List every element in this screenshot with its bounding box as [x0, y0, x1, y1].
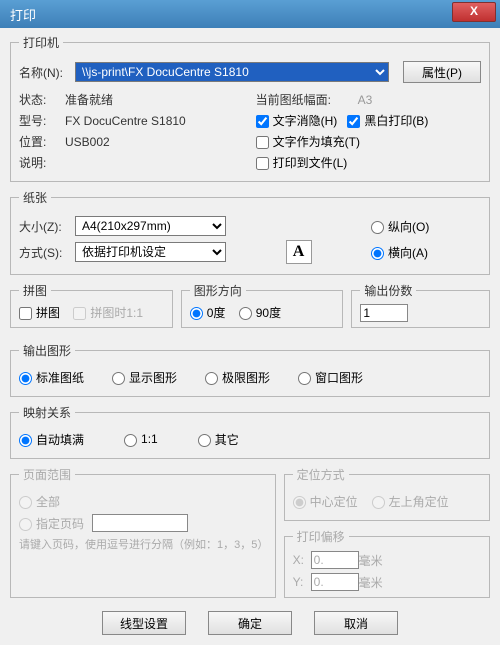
offset-y-label: Y: — [293, 575, 311, 589]
status-label: 状态: — [19, 91, 65, 108]
range-pages-radio: 指定页码 — [19, 515, 84, 532]
locate-legend: 定位方式 — [293, 466, 349, 483]
map-other-radio[interactable]: 其它 — [198, 431, 239, 448]
type-label: 型号: — [19, 112, 65, 129]
tile-group: 拼图 拼图 拼图时1:1 — [10, 282, 173, 328]
close-button[interactable]: X — [452, 2, 496, 22]
offset-y-unit: 毫米 — [359, 574, 389, 591]
copies-legend: 输出份数 — [360, 282, 416, 299]
range-all-radio: 全部 — [19, 493, 60, 510]
comment-label: 说明: — [19, 154, 65, 171]
paperside-value: A3 — [358, 93, 373, 107]
mapping-group: 映射关系 自动填满 1:1 其它 — [10, 404, 490, 459]
tofile-checkbox[interactable]: 打印到文件(L) — [256, 154, 348, 171]
paperside-label: 当前图纸幅面: — [256, 91, 348, 108]
offset-x-unit: 毫米 — [359, 552, 389, 569]
where-value: USB002 — [65, 135, 110, 149]
map-auto-radio[interactable]: 自动填满 — [19, 431, 84, 448]
range-group: 页面范围 全部 指定页码 请键入页码，使用逗号进行分隔（例如：1，3，5） — [10, 466, 276, 598]
hidetext-checkbox[interactable]: 文字消隐(H) — [256, 112, 338, 129]
mode-label: 方式(S): — [19, 244, 75, 261]
out-disp-radio[interactable]: 显示图形 — [112, 369, 177, 386]
paper-size-select[interactable]: A4(210x297mm) — [75, 216, 226, 236]
dir90-radio[interactable]: 90度 — [239, 306, 281, 320]
offset-legend: 打印偏移 — [293, 528, 349, 545]
linetype-button[interactable]: 线型设置 — [102, 611, 186, 635]
direction-group: 图形方向 0度 90度 — [181, 282, 344, 328]
range-legend: 页面范围 — [19, 466, 75, 483]
paper-legend: 纸张 — [19, 189, 51, 206]
offset-group: 打印偏移 X: 毫米 Y: 毫米 — [284, 528, 490, 598]
ok-button[interactable]: 确定 — [208, 611, 292, 635]
name-label: 名称(N): — [19, 64, 75, 81]
outshape-group: 输出图形 标准图纸 显示图形 极限图形 窗口图形 — [10, 342, 490, 397]
tile-checkbox[interactable]: 拼图 — [19, 306, 60, 320]
range-pages-input — [92, 514, 188, 532]
map-11-radio[interactable]: 1:1 — [124, 432, 158, 446]
offset-x-input — [311, 551, 359, 569]
status-value: 准备就绪 — [65, 91, 113, 108]
copies-group: 输出份数 — [351, 282, 490, 328]
mapping-legend: 映射关系 — [19, 404, 75, 421]
dir0-radio[interactable]: 0度 — [190, 306, 226, 320]
out-std-radio[interactable]: 标准图纸 — [19, 369, 84, 386]
paper-mode-select[interactable]: 依据打印机设定 — [75, 242, 226, 262]
tile11-checkbox: 拼图时1:1 — [73, 306, 143, 320]
printer-group: 打印机 名称(N): \\js-print\FX DocuCentre S181… — [10, 34, 490, 182]
range-hint: 请键入页码，使用逗号进行分隔（例如：1，3，5） — [19, 536, 267, 552]
locate-topleft-radio: 左上角定位 — [372, 493, 449, 510]
orientation-icon: A — [286, 240, 312, 264]
outshape-legend: 输出图形 — [19, 342, 75, 359]
out-limit-radio[interactable]: 极限图形 — [205, 369, 270, 386]
where-label: 位置: — [19, 133, 65, 150]
direction-legend: 图形方向 — [190, 282, 246, 299]
offset-y-input — [311, 573, 359, 591]
type-value: FX DocuCentre S1810 — [65, 114, 186, 128]
copies-input[interactable] — [360, 304, 408, 322]
paper-group: 纸张 大小(Z): A4(210x297mm) 纵向(O) 方式(S): 依据打… — [10, 189, 490, 275]
printer-name-select[interactable]: \\js-print\FX DocuCentre S1810 — [75, 62, 389, 82]
window-title: 打印 — [0, 0, 46, 29]
printer-legend: 打印机 — [19, 34, 63, 51]
offset-x-label: X: — [293, 553, 311, 567]
size-label: 大小(Z): — [19, 218, 75, 235]
locate-center-radio: 中心定位 — [293, 493, 358, 510]
properties-button[interactable]: 属性(P) — [403, 61, 481, 83]
locate-group: 定位方式 中心定位 左上角定位 — [284, 466, 490, 521]
out-win-radio[interactable]: 窗口图形 — [298, 369, 363, 386]
bw-checkbox[interactable]: 黑白打印(B) — [347, 112, 428, 129]
portrait-radio[interactable]: 纵向(O) — [371, 220, 429, 234]
landscape-radio[interactable]: 横向(A) — [371, 246, 428, 260]
cancel-button[interactable]: 取消 — [314, 611, 398, 635]
textfill-checkbox[interactable]: 文字作为填充(T) — [256, 133, 360, 150]
tile-legend: 拼图 — [19, 282, 51, 299]
